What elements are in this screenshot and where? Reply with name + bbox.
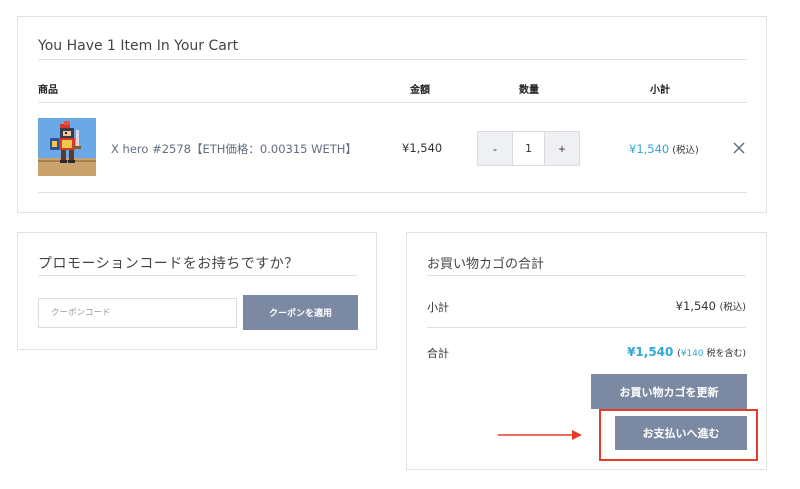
total-label: 合計 xyxy=(427,347,449,360)
item-subtotal-tax-note: (税込) xyxy=(672,145,699,156)
total-tax-amount: ¥140 xyxy=(680,349,704,359)
promo-panel: プロモーションコードをお持ちですか？ クーポンを適用 xyxy=(17,232,377,350)
divider xyxy=(38,59,747,60)
total-amount: ¥1,540 xyxy=(627,345,674,359)
close-icon[interactable] xyxy=(732,140,746,154)
divider xyxy=(38,275,357,276)
item-subtotal-value: ¥1,540 xyxy=(629,142,670,156)
divider xyxy=(38,102,747,103)
right-arrow-icon xyxy=(498,427,584,441)
promo-title: プロモーションコードをお持ちですか？ xyxy=(38,256,299,272)
total-tax-note: 税を含む) xyxy=(703,349,746,359)
subtotal-label: 小計 xyxy=(427,301,449,314)
column-header-product: 商品 xyxy=(38,85,58,96)
quantity-decrease-button[interactable]: - xyxy=(478,132,512,165)
checkout-highlight-box xyxy=(599,409,758,461)
coupon-code-input[interactable] xyxy=(38,298,237,328)
column-header-quantity: 数量 xyxy=(519,85,539,96)
column-header-subtotal: 小計 xyxy=(650,85,670,96)
cart-panel: You Have 1 Item In Your Cart 商品 金額 数量 小計 xyxy=(17,16,767,213)
item-subtotal: ¥1,540 (税込) xyxy=(629,142,699,156)
subtotal-value: ¥1,540 (税込) xyxy=(676,299,746,313)
pixel-hero-icon[interactable] xyxy=(38,118,96,176)
subtotal-tax-note: (税込) xyxy=(719,302,746,313)
quantity-input[interactable]: 1 xyxy=(512,132,545,165)
subtotal-amount: ¥1,540 xyxy=(675,299,716,313)
quantity-stepper: - 1 + xyxy=(477,131,580,166)
apply-coupon-button[interactable]: クーポンを適用 xyxy=(243,295,358,330)
divider xyxy=(427,275,746,276)
cart-title: You Have 1 Item In Your Cart xyxy=(38,38,239,54)
product-name-link[interactable]: X hero #2578【ETH価格：0.00315 WETH】 xyxy=(111,141,357,157)
divider xyxy=(38,192,747,193)
totals-title: お買い物カゴの合計 xyxy=(427,257,545,272)
quantity-increase-button[interactable]: + xyxy=(545,132,579,165)
total-value: ¥1,540 (¥140 税を含む) xyxy=(627,345,746,359)
column-header-price: 金額 xyxy=(410,85,430,96)
product-price: ¥1,540 xyxy=(402,141,443,155)
update-cart-button[interactable]: お買い物カゴを更新 xyxy=(591,374,747,409)
divider xyxy=(427,327,746,328)
